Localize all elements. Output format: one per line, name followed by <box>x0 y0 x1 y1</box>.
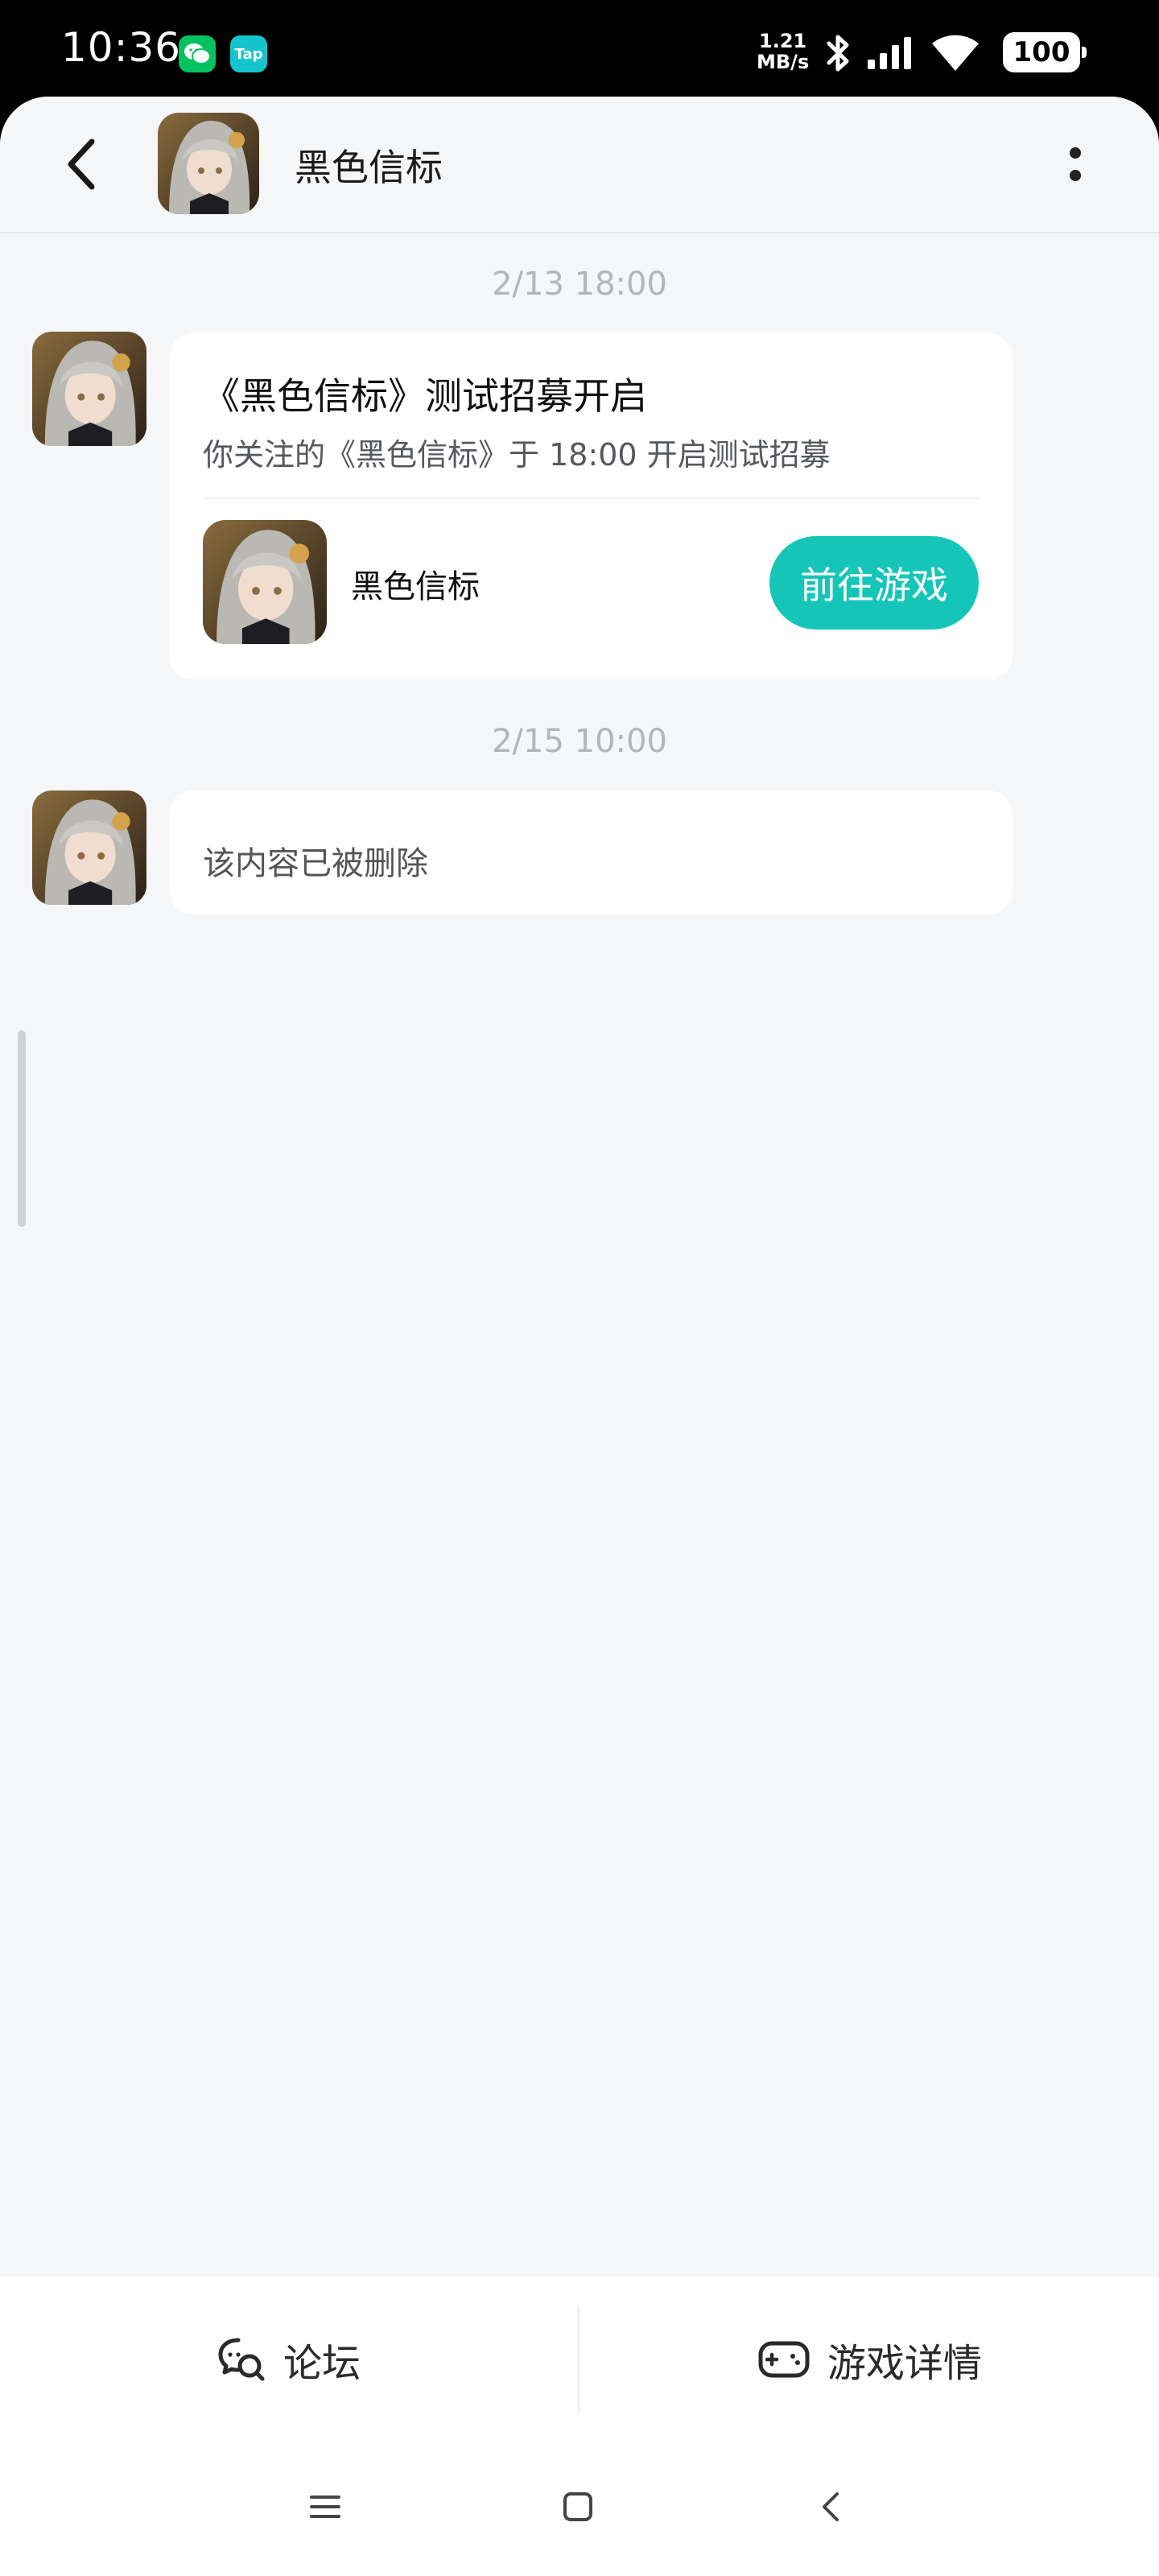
chat-title: 黑色信标 <box>295 146 443 189</box>
status-time: 10:36 <box>61 24 182 71</box>
game-icon[interactable] <box>203 520 327 644</box>
card-subtitle: 你关注的《黑色信标》于 18:00 开启测试招募 <box>203 437 831 473</box>
deleted-message-text: 该内容已被删除 <box>203 845 428 882</box>
wifi-icon <box>932 35 979 71</box>
notification-card[interactable]: 《黑色信标》测试招募开启 你关注的《黑色信标》于 18:00 开启测试招募 黑色… <box>169 333 1013 679</box>
game-avatar[interactable] <box>158 113 259 214</box>
recent-apps-button[interactable] <box>301 2483 349 2531</box>
home-icon <box>563 2492 592 2521</box>
battery-indicator: 100 <box>1003 32 1087 72</box>
card-game-name: 黑色信标 <box>351 568 480 605</box>
deleted-message-bubble[interactable]: 该内容已被删除 <box>169 791 1013 914</box>
message-timestamp: 2/15 10:00 <box>492 723 667 760</box>
go-to-game-button[interactable]: 前往游戏 <box>769 536 979 630</box>
system-back-button[interactable] <box>806 2483 855 2531</box>
system-navigation-bar <box>0 2442 1159 2576</box>
taptap-icon: Tap <box>230 35 267 72</box>
sender-avatar[interactable] <box>32 332 146 446</box>
home-button[interactable] <box>554 2483 602 2531</box>
bottom-tab-bar: 论坛 游戏详情 <box>0 2277 1159 2442</box>
back-icon <box>823 2492 839 2521</box>
menu-icon <box>310 2496 340 2518</box>
tab-forum[interactable]: 论坛 <box>0 2277 578 2442</box>
chat-header: 黑色信标 <box>0 97 1159 233</box>
wechat-icon <box>179 35 216 72</box>
sender-avatar[interactable] <box>32 791 146 905</box>
tab-divider <box>578 2306 580 2413</box>
card-divider <box>203 497 979 499</box>
back-button[interactable] <box>48 132 113 196</box>
status-bar: 10:36 Tap 1.21 MB/s 100 <box>0 0 1159 97</box>
gamepad-icon <box>758 2341 810 2378</box>
network-speed-value: 1.21 <box>759 30 807 52</box>
phone-screen: 10:36 Tap 1.21 MB/s 100 黑色信标 2/13 18:00 … <box>0 0 1159 2576</box>
card-title: 《黑色信标》测试招募开启 <box>203 374 647 418</box>
network-speed-unit: MB/s <box>757 51 810 73</box>
message-timestamp: 2/13 18:00 <box>492 266 667 303</box>
network-speed: 1.21 MB/s <box>757 31 809 72</box>
tab-forum-label: 论坛 <box>283 2341 361 2386</box>
forum-chat-icon <box>218 2338 265 2381</box>
tab-game-details-label: 游戏详情 <box>827 2341 982 2386</box>
scroll-indicator[interactable] <box>18 1030 26 1227</box>
chevron-left-icon <box>68 138 95 190</box>
bluetooth-icon <box>827 35 849 72</box>
cellular-signal-icon <box>868 37 911 69</box>
chat-app: 黑色信标 2/13 18:00 《黑色信标》测试招募开启 你关注的《黑色信标》于… <box>0 97 1159 2576</box>
more-vertical-icon <box>1070 147 1081 159</box>
tab-game-details[interactable]: 游戏详情 <box>581 2277 1159 2442</box>
more-options-button[interactable] <box>1051 132 1099 196</box>
